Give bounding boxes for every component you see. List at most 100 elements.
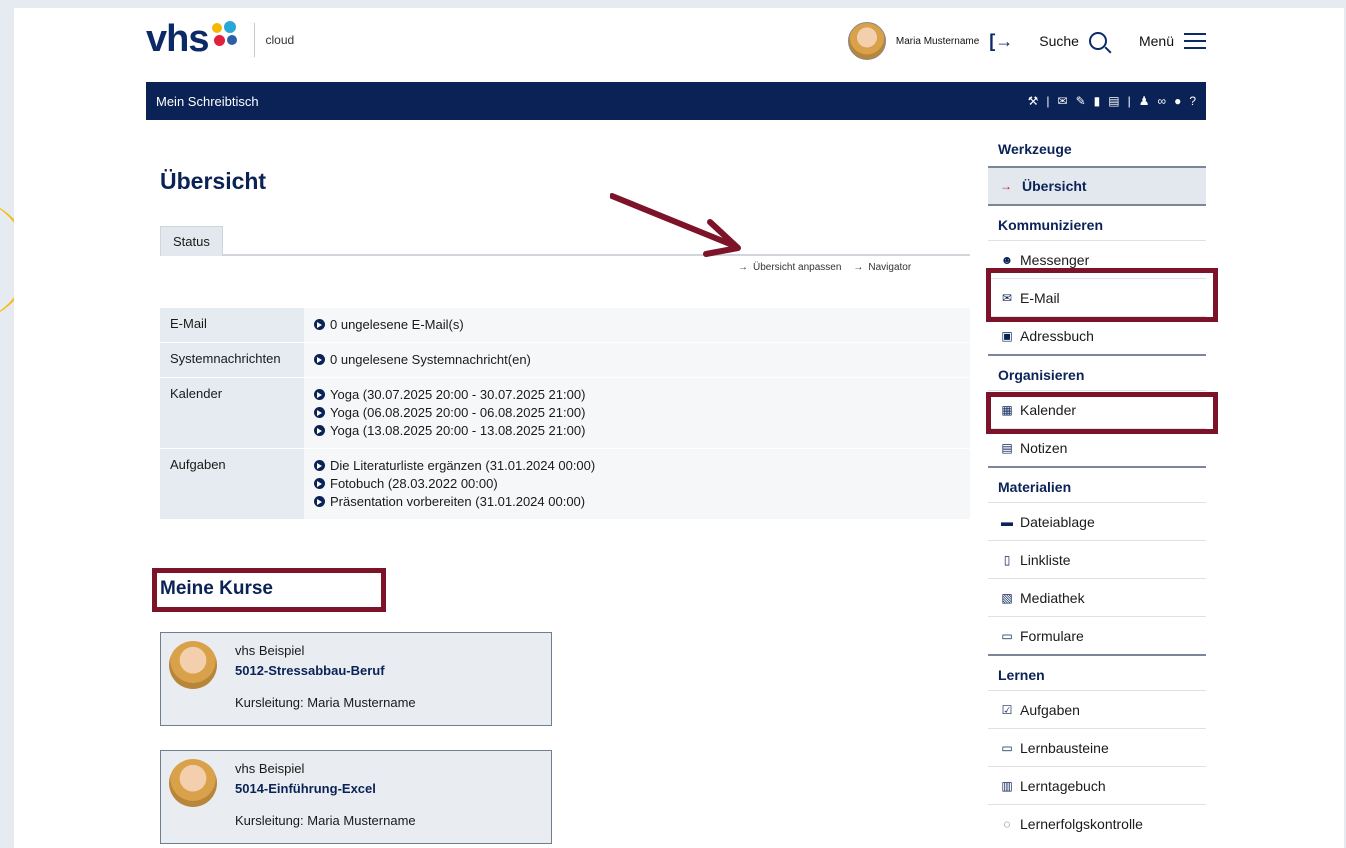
highlight-box-email <box>986 268 1218 322</box>
row-value: 0 ungelesene Systemnachricht(en) <box>304 342 970 378</box>
highlight-box-kalender <box>986 392 1218 434</box>
sidebar-item-lerntagebuch[interactable]: ▥ Lerntagebuch <box>988 766 1206 804</box>
notes-icon: ▤ <box>1001 440 1013 455</box>
form-icon: ▭ <box>1001 628 1013 643</box>
row-value: Yoga (30.07.2025 20:00 - 30.07.2025 21:0… <box>304 377 970 449</box>
list-item[interactable]: 0 ungelesene Systemnachricht(en) <box>314 351 960 369</box>
course-avatar <box>169 759 217 807</box>
row-label: Kalender <box>160 377 304 449</box>
header: vhs cloud Maria Mustername [→ Suche Menü <box>146 16 1206 66</box>
circle-arrow-icon <box>314 389 325 400</box>
sidebar-heading-materialien: Materialien <box>988 466 1206 502</box>
course-name[interactable]: 5014-Einführung-Excel <box>235 781 376 796</box>
row-label: E-Mail <box>160 308 304 343</box>
page-title: Übersicht <box>160 168 267 194</box>
toolbox-icon[interactable]: ⚒ <box>1028 94 1039 108</box>
navigator-link[interactable]: → Navigator <box>853 262 911 273</box>
search-label[interactable]: Suche <box>1039 33 1079 49</box>
circle-arrow-icon <box>314 319 325 330</box>
row-value: 0 ungelesene E-Mail(s) <box>304 308 970 343</box>
sidebar-heading-lernen: Lernen <box>988 654 1206 690</box>
logo-dots-icon <box>210 19 242 49</box>
navbar: Mein Schreibtisch ⚒ | ✉ ✎ ▮ ▤ | ♟ ∞ ● ? <box>146 82 1206 120</box>
addressbook-icon: ▣ <box>1001 328 1013 343</box>
separator: | <box>1046 94 1050 108</box>
circle-arrow-icon <box>314 496 325 507</box>
sidebar-item-linkliste[interactable]: ▯ Linkliste <box>988 540 1206 578</box>
sidebar-item-dateiablage[interactable]: ▬ Dateiablage <box>988 502 1206 540</box>
course-lead: Kursleitung: Maria Mustername <box>235 695 416 710</box>
sidebar-item-lernerfolgskontrolle[interactable]: ◌ Lernerfolgskontrolle <box>988 804 1206 842</box>
course-lead: Kursleitung: Maria Mustername <box>235 813 416 828</box>
navbar-icons: ⚒ | ✉ ✎ ▮ ▤ | ♟ ∞ ● ? <box>1028 94 1196 108</box>
sidebar-item-formulare[interactable]: ▭ Formulare <box>988 616 1206 654</box>
menu-label[interactable]: Menü <box>1139 33 1174 49</box>
row-label: Aufgaben <box>160 448 304 520</box>
circle-arrow-icon <box>314 478 325 489</box>
messenger-icon: ☻ <box>1000 252 1014 267</box>
table-row: Aufgaben Die Literaturliste ergänzen (31… <box>160 448 970 520</box>
sidebar-item-mediathek[interactable]: ▧ Mediathek <box>988 578 1206 616</box>
sidebar-item-uebersicht[interactable]: → Übersicht <box>988 166 1206 204</box>
hamburger-menu-icon[interactable] <box>1184 33 1206 49</box>
monitor-icon: ▭ <box>1001 740 1013 755</box>
user-area: Maria Mustername [→ Suche Menü <box>847 22 1206 60</box>
list-item[interactable]: Yoga (13.08.2025 20:00 - 13.08.2025 21:0… <box>314 422 960 440</box>
table-row: E-Mail 0 ungelesene E-Mail(s) <box>160 308 970 343</box>
logo-cloud-label: cloud <box>265 32 295 47</box>
highlight-box-meine-kurse <box>152 568 386 612</box>
user-avatar[interactable] <box>847 22 886 60</box>
logo-divider <box>254 22 256 57</box>
arrow-right-icon: → <box>1000 179 1012 193</box>
course-org: vhs Beispiel <box>235 761 305 776</box>
help-icon[interactable]: ? <box>1189 94 1196 108</box>
course-org: vhs Beispiel <box>235 643 305 658</box>
course-card[interactable]: vhs Beispiel 5012-Stressabbau-Beruf Kurs… <box>160 632 552 726</box>
sidebar-item-aufgaben[interactable]: ☑ Aufgaben <box>988 690 1206 728</box>
navbar-title[interactable]: Mein Schreibtisch <box>156 94 259 109</box>
sidebar-heading-kommunizieren: Kommunizieren <box>988 204 1206 240</box>
sidebar-item-lernbausteine[interactable]: ▭ Lernbausteine <box>988 728 1206 766</box>
row-value: Die Literaturliste ergänzen (31.01.2024 … <box>304 448 970 520</box>
overview-links: → Übersicht anpassen → Navigator <box>738 262 911 273</box>
progress-icon: ◌ <box>1003 816 1011 831</box>
search-icon[interactable] <box>1088 32 1107 50</box>
media-icon: ▧ <box>1001 590 1013 605</box>
list-item[interactable]: Die Literaturliste ergänzen (31.01.2024 … <box>314 457 960 475</box>
circle-arrow-icon <box>314 460 325 471</box>
checkbox-icon: ☑ <box>1001 702 1013 717</box>
table-row: Systemnachrichten 0 ungelesene Systemnac… <box>160 342 970 378</box>
logout-icon[interactable]: [→ <box>989 31 1013 52</box>
vhs-logo[interactable]: vhs cloud <box>146 18 294 61</box>
list-item[interactable]: Yoga (30.07.2025 20:00 - 30.07.2025 21:0… <box>314 386 960 404</box>
course-name[interactable]: 5012-Stressabbau-Beruf <box>235 663 385 678</box>
chat-icon[interactable]: ● <box>1174 94 1181 108</box>
sidebar-heading-werkzeuge: Werkzeuge <box>998 141 1072 157</box>
username[interactable]: Maria Mustername <box>896 36 979 47</box>
list-item[interactable]: Präsentation vorbereiten (31.01.2024 00:… <box>314 493 960 511</box>
notes-icon[interactable]: ▤ <box>1108 94 1119 108</box>
list-item[interactable]: Fotobuch (28.03.2022 00:00) <box>314 475 960 493</box>
sidebar-heading-organisieren: Organisieren <box>988 354 1206 390</box>
course-card[interactable]: vhs Beispiel 5014-Einführung-Excel Kursl… <box>160 750 552 844</box>
tab-status[interactable]: Status <box>160 226 223 256</box>
list-item[interactable]: Yoga (06.08.2025 20:00 - 06.08.2025 21:0… <box>314 404 960 422</box>
separator: | <box>1127 94 1131 108</box>
bookmark-list-icon: ▯ <box>1003 552 1011 567</box>
briefcase-icon: ▬ <box>1001 514 1013 529</box>
mail-icon[interactable]: ✉ <box>1058 94 1068 108</box>
table-row: Kalender Yoga (30.07.2025 20:00 - 30.07.… <box>160 377 970 449</box>
customize-overview-link[interactable]: → Übersicht anpassen <box>738 262 841 273</box>
list-item[interactable]: 0 ungelesene E-Mail(s) <box>314 316 960 334</box>
circle-arrow-icon <box>314 354 325 365</box>
tab-bar: Status <box>160 224 970 256</box>
edit-icon[interactable]: ✎ <box>1076 94 1086 108</box>
course-avatar <box>169 641 217 689</box>
row-label: Systemnachrichten <box>160 342 304 378</box>
link-icon[interactable]: ∞ <box>1158 94 1167 108</box>
annotation-arrow-icon <box>610 193 741 257</box>
user-icon[interactable]: ♟ <box>1139 94 1150 108</box>
overview-table: E-Mail 0 ungelesene E-Mail(s) Systemnach… <box>160 308 970 520</box>
bookmark-icon[interactable]: ▮ <box>1094 94 1101 108</box>
sidebar: Werkzeuge → Übersicht Kommunizieren ☻ Mess… <box>988 130 1206 842</box>
